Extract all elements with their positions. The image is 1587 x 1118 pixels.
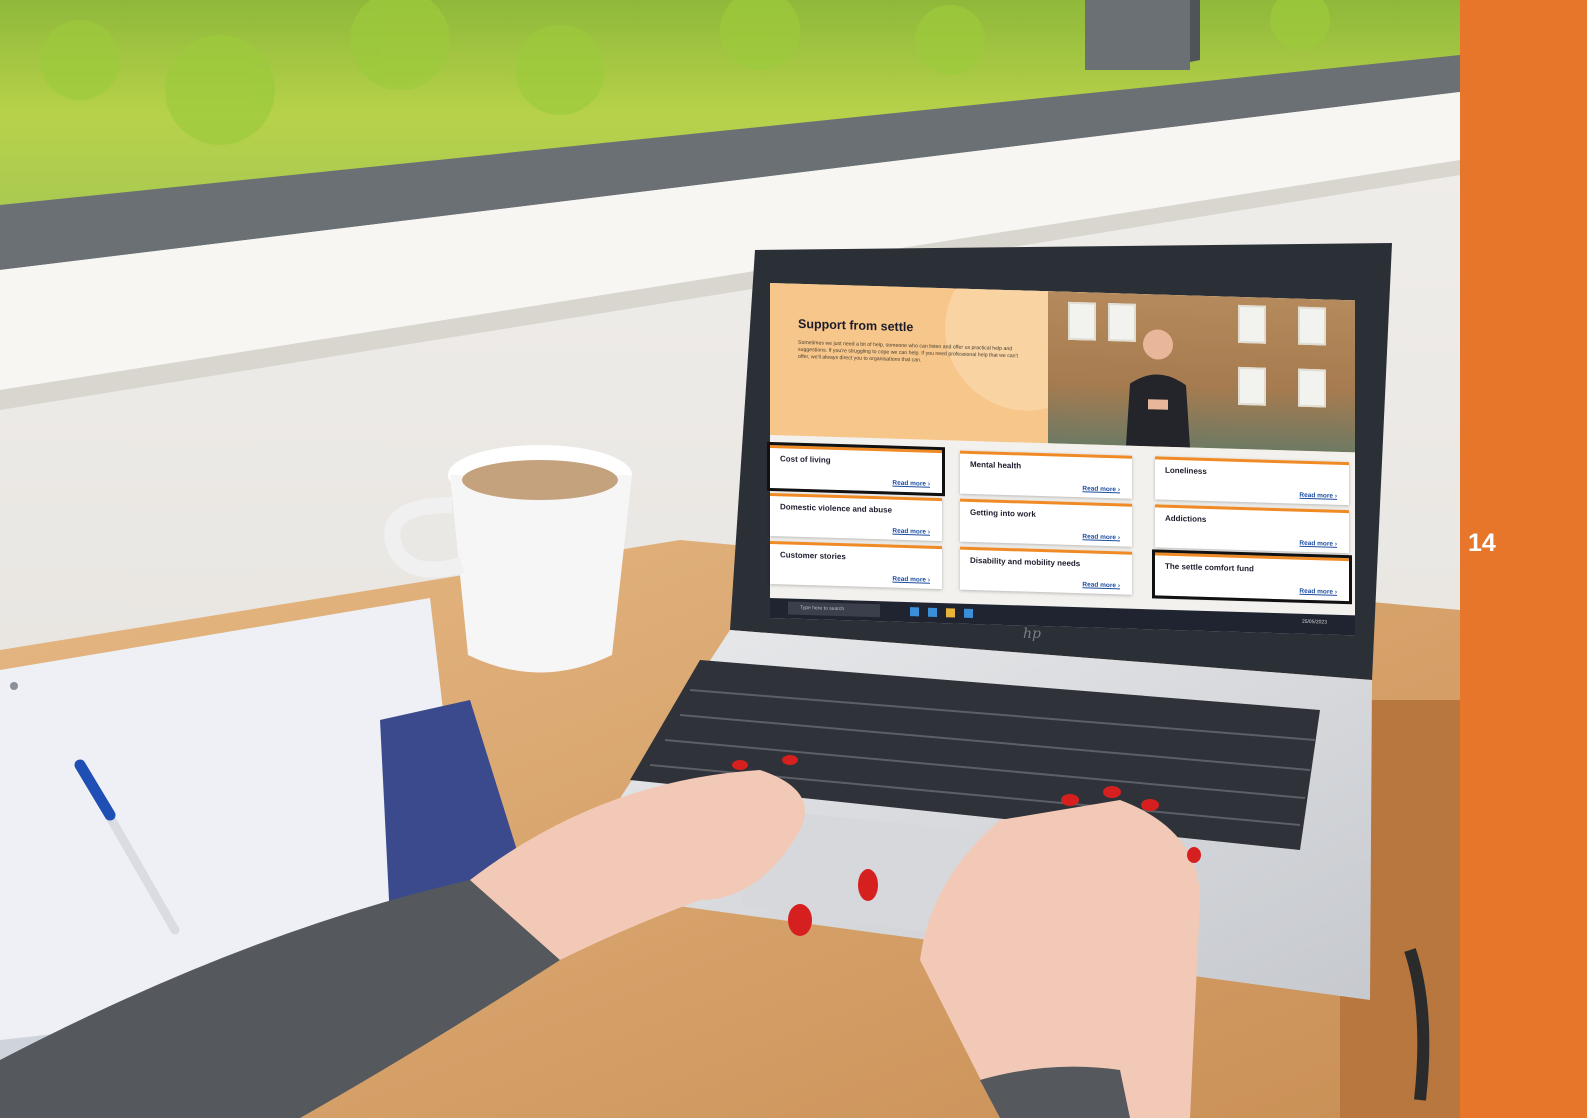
read-more-link[interactable]: Read more › <box>892 528 930 536</box>
read-more-link[interactable]: Read more › <box>1082 581 1120 589</box>
card-getting-into-work[interactable]: Getting into work Read more › <box>960 498 1132 547</box>
building-window <box>1298 368 1326 408</box>
folder-icon[interactable] <box>946 608 955 618</box>
read-more-link[interactable]: Read more › <box>892 576 930 584</box>
read-more-link[interactable]: Read more › <box>1299 588 1337 596</box>
read-more-link[interactable]: Read more › <box>1299 492 1337 500</box>
read-more-link[interactable]: Read more › <box>1082 533 1120 541</box>
card-customer-stories[interactable]: Customer stories Read more › <box>770 541 942 590</box>
taskbar-search[interactable]: Type here to search <box>788 601 880 618</box>
hero-title: Support from settle <box>798 316 914 335</box>
hero-banner: Support from settle Sometimes we just ne… <box>770 283 1355 453</box>
laptop-screen: Support from settle Sometimes we just ne… <box>767 283 1355 636</box>
card-disability-mobility[interactable]: Disability and mobility needs Read more … <box>960 546 1132 595</box>
card-domestic-violence[interactable]: Domestic violence and abuse Read more › <box>770 493 942 542</box>
app-icon[interactable] <box>928 607 937 617</box>
card-addictions[interactable]: Addictions Read more › <box>1155 504 1349 554</box>
hp-logo: hp <box>1023 626 1041 642</box>
building-window <box>1298 306 1326 346</box>
building-window <box>1238 304 1266 344</box>
read-more-link[interactable]: Read more › <box>892 480 930 488</box>
taskbar-clock: 25/05/2023 <box>1301 618 1327 626</box>
card-title: Customer stories <box>780 550 846 562</box>
card-title: Disability and mobility needs <box>970 555 1081 569</box>
staff-person-image <box>1126 329 1190 448</box>
card-title: Getting into work <box>970 507 1036 519</box>
read-more-link[interactable]: Read more › <box>1299 540 1337 548</box>
building-window <box>1238 366 1266 406</box>
card-title: The settle comfort fund <box>1165 561 1254 574</box>
page-side-band: 14 <box>1460 0 1587 1118</box>
card-mental-health[interactable]: Mental health Read more › <box>960 450 1132 499</box>
building-window <box>1068 301 1096 341</box>
hero-photo <box>1048 291 1355 453</box>
page-number: 14 <box>1468 529 1496 557</box>
read-more-link[interactable]: Read more › <box>1082 485 1120 493</box>
card-title: Mental health <box>970 459 1022 471</box>
card-loneliness[interactable]: Loneliness Read more › <box>1155 456 1349 506</box>
card-cost-of-living[interactable]: Cost of living Read more › <box>767 441 945 497</box>
app-icon[interactable] <box>910 607 919 617</box>
card-title: Addictions <box>1165 513 1207 524</box>
card-settle-comfort-fund[interactable]: The settle comfort fund Read more › <box>1152 549 1352 605</box>
card-title: Cost of living <box>780 454 831 465</box>
card-title: Loneliness <box>1165 465 1207 476</box>
card-title: Domestic violence and abuse <box>780 502 893 515</box>
app-icon[interactable] <box>964 608 973 619</box>
